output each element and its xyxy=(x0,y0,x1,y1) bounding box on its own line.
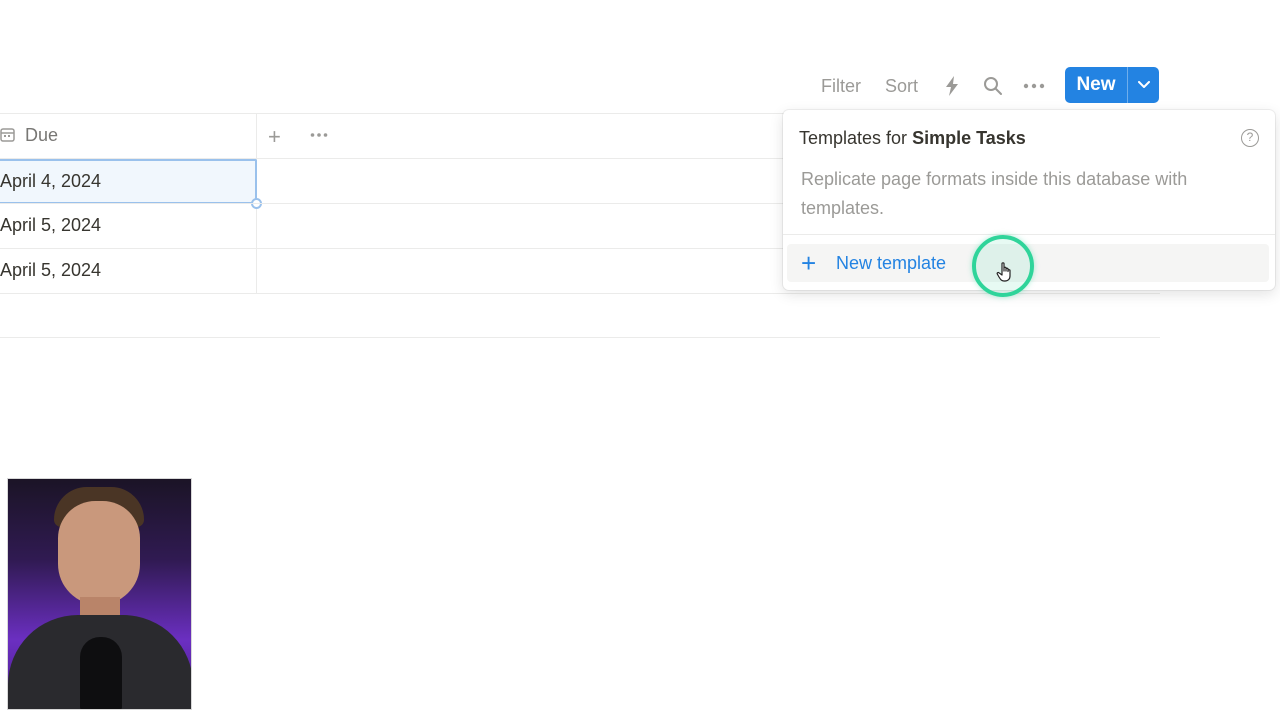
new-dropdown-button[interactable] xyxy=(1128,67,1159,103)
row-divider xyxy=(0,293,1160,294)
hand-cursor-icon xyxy=(996,262,1014,287)
popup-description: Replicate page formats inside this datab… xyxy=(801,169,1188,218)
lightning-icon[interactable] xyxy=(940,73,964,99)
database-name: Simple Tasks xyxy=(912,128,1026,148)
plus-icon: + xyxy=(801,248,817,278)
popup-title-prefix: Templates for xyxy=(799,128,908,148)
microphone xyxy=(80,637,122,709)
presenter-face xyxy=(58,501,140,605)
table-bottom-divider xyxy=(0,337,1160,338)
new-button[interactable]: New xyxy=(1065,67,1127,103)
more-icon[interactable] xyxy=(310,122,328,143)
filter-button[interactable]: Filter xyxy=(821,73,861,99)
due-cell[interactable]: April 4, 2024 xyxy=(0,159,257,204)
search-icon[interactable] xyxy=(981,73,1005,99)
help-icon[interactable]: ? xyxy=(1241,129,1259,147)
due-cell[interactable]: April 5, 2024 xyxy=(0,248,257,293)
new-template-label: New template xyxy=(836,253,947,273)
more-icon[interactable] xyxy=(1022,73,1046,99)
add-property-button[interactable]: + xyxy=(268,124,281,150)
sort-button[interactable]: Sort xyxy=(885,73,918,99)
webcam-overlay xyxy=(7,478,192,710)
new-button-group: New xyxy=(1065,67,1159,103)
due-cell[interactable]: April 5, 2024 xyxy=(0,203,257,248)
column-header-due[interactable]: Due xyxy=(25,125,58,146)
chevron-down-icon xyxy=(1137,81,1150,88)
calendar-icon xyxy=(0,127,16,148)
popup-divider xyxy=(783,234,1275,235)
popup-title: Templates for Simple Tasks xyxy=(799,128,1026,149)
